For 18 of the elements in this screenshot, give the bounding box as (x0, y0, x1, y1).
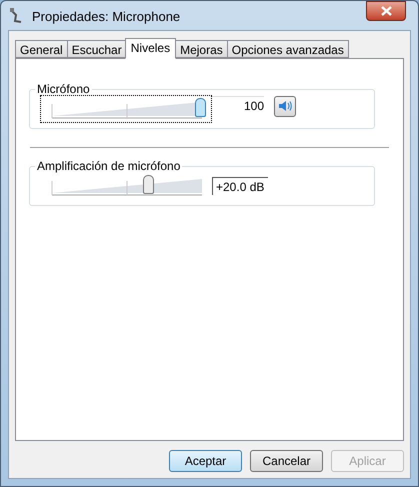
tab[interactable]: Opciones avanzadas (226, 40, 349, 58)
dialog-button[interactable]: Cancelar (250, 450, 323, 472)
tab[interactable]: General (15, 40, 68, 58)
speaker-icon (278, 100, 292, 112)
slider-thumb[interactable] (195, 98, 206, 117)
value-label: 100 (212, 96, 264, 114)
dialog-button[interactable]: Aceptar (169, 450, 242, 472)
slider-thumb[interactable] (142, 175, 154, 194)
value-field[interactable]: +20.0 dB (212, 177, 268, 195)
tab[interactable]: Niveles (124, 38, 176, 59)
window-title: Propiedades: Microphone (32, 8, 180, 26)
close-icon (380, 6, 392, 16)
group-label: Amplificación de micrófono (35, 158, 182, 174)
tab[interactable]: Escuchar (66, 40, 127, 58)
tab[interactable]: Mejoras (175, 40, 228, 58)
close-button[interactable] (366, 1, 406, 21)
mute-button[interactable] (274, 96, 296, 116)
slider[interactable] (40, 95, 212, 123)
